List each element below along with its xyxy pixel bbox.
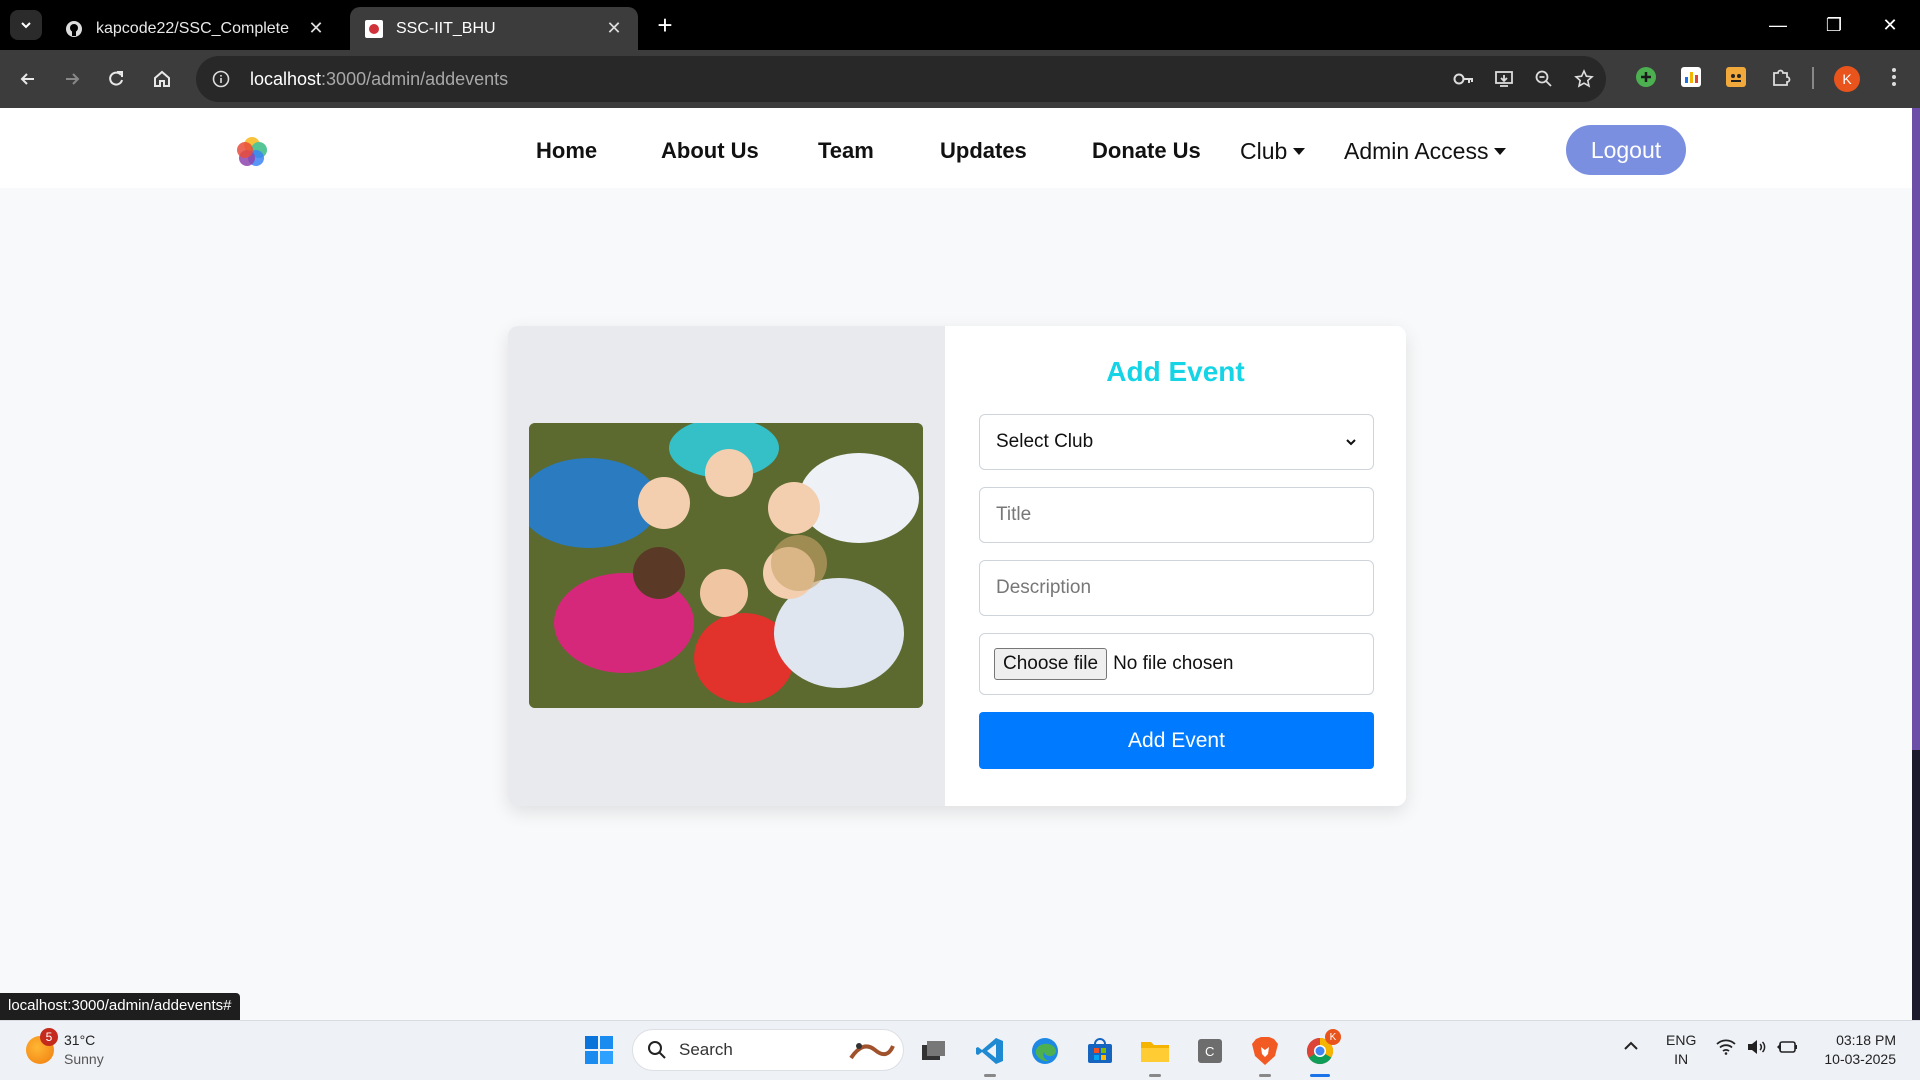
search-highlight-icon — [849, 1043, 895, 1060]
toolbar-separator — [1812, 67, 1814, 89]
edge-icon[interactable] — [1025, 1031, 1065, 1071]
restore-icon[interactable]: ❐ — [1806, 0, 1862, 50]
running-indicator — [1259, 1074, 1271, 1077]
chevron-down-icon — [1346, 439, 1356, 446]
battery-icon[interactable] — [1776, 1039, 1798, 1060]
tab-github[interactable]: kapcode22/SSC_Complete ✕ — [50, 7, 340, 50]
weather-temperature: 31°C — [64, 1032, 96, 1048]
new-tab-button[interactable]: + — [650, 10, 680, 40]
url-text: localhost:3000/admin/addevents — [250, 68, 509, 89]
show-hidden-icons-chevron-icon[interactable] — [1623, 1039, 1639, 1058]
running-indicator — [984, 1074, 996, 1077]
volume-icon[interactable] — [1746, 1039, 1766, 1060]
back-icon[interactable] — [12, 63, 44, 95]
club-select[interactable]: Select Club — [979, 414, 1374, 470]
file-input[interactable]: Choose file No file chosen — [979, 633, 1374, 695]
nav-admin-access-dropdown[interactable]: Admin Access — [1344, 138, 1507, 165]
github-icon — [64, 19, 84, 39]
add-event-button[interactable]: Add Event — [979, 712, 1374, 769]
running-indicator — [1310, 1074, 1330, 1077]
forward-icon[interactable] — [56, 63, 88, 95]
site-favicon-icon — [364, 19, 384, 39]
chrome-profile-badge: K — [1325, 1029, 1341, 1045]
chrome-icon[interactable]: K — [1300, 1029, 1341, 1077]
svg-text:C: C — [1205, 1044, 1214, 1059]
windows-start-icon[interactable] — [584, 1035, 614, 1065]
page-content: Home About Us Team Updates Donate Us Clu… — [0, 108, 1912, 1020]
extensions-puzzle-icon[interactable] — [1767, 63, 1795, 91]
language-label: ENG — [1666, 1032, 1697, 1048]
nav-team[interactable]: Team — [818, 138, 874, 164]
close-window-icon[interactable]: ✕ — [1862, 0, 1918, 50]
nav-updates[interactable]: Updates — [940, 138, 1027, 164]
nav-donate-us[interactable]: Donate Us — [1092, 138, 1201, 164]
club-select-value: Select Club — [996, 431, 1094, 452]
brave-browser-icon[interactable] — [1245, 1031, 1285, 1077]
windows-taskbar: 5 31°C Sunny Search C K ENG IN 03:18 PM … — [0, 1020, 1920, 1080]
tab-search-button[interactable] — [10, 10, 42, 40]
site-logo[interactable] — [234, 134, 270, 170]
nav-about-us[interactable]: About Us — [661, 138, 759, 164]
sun-icon: 5 — [26, 1028, 58, 1064]
taskbar-search[interactable]: Search — [632, 1029, 904, 1071]
tab-ssc[interactable]: SSC-IIT_BHU ✕ — [350, 7, 638, 50]
extension-green-icon[interactable] — [1632, 63, 1660, 91]
close-tab-icon[interactable]: ✕ — [306, 18, 326, 39]
nav-club-dropdown[interactable]: Club — [1240, 138, 1306, 165]
input-language[interactable]: ENG IN — [1666, 1031, 1696, 1069]
club-label: Club — [1240, 138, 1288, 164]
home-icon[interactable] — [146, 63, 178, 95]
close-tab-icon[interactable]: ✕ — [604, 18, 624, 39]
chevron-down-icon — [21, 22, 31, 29]
tab-title: SSC-IIT_BHU — [396, 19, 496, 37]
form-title: Add Event — [1106, 356, 1245, 387]
caret-down-icon — [1293, 148, 1306, 155]
minimize-icon[interactable]: — — [1750, 0, 1806, 50]
search-icon — [648, 1041, 666, 1059]
extension-chart-icon[interactable] — [1677, 63, 1705, 91]
add-event-card: Add Event Select Club Title Description … — [508, 326, 1406, 806]
children-photo — [529, 423, 923, 708]
reload-icon[interactable] — [100, 63, 132, 95]
scrollbar-thumb[interactable] — [1912, 750, 1920, 1020]
description-input[interactable]: Description — [979, 560, 1374, 616]
file-explorer-icon[interactable] — [1135, 1031, 1175, 1077]
nav-home[interactable]: Home — [536, 138, 597, 164]
file-status-text: No file chosen — [1113, 653, 1234, 674]
bookmark-star-icon[interactable] — [1568, 63, 1600, 95]
system-clock[interactable]: 03:18 PM 10-03-2025 — [1812, 1031, 1896, 1069]
vscode-icon[interactable] — [970, 1031, 1010, 1077]
logout-button[interactable]: Logout — [1566, 125, 1686, 175]
browser-tab-bar: kapcode22/SSC_Complete ✕ SSC-IIT_BHU ✕ +… — [0, 0, 1920, 50]
address-bar[interactable]: localhost:3000/admin/addevents — [196, 56, 1606, 102]
tab-title: kapcode22/SSC_Complete — [96, 19, 290, 37]
choose-file-button[interactable]: Choose file — [994, 648, 1108, 680]
password-key-icon[interactable] — [1448, 63, 1480, 95]
card-form-panel: Add Event Select Club Title Description … — [945, 326, 1406, 806]
card-image-panel — [508, 326, 945, 806]
profile-avatar[interactable]: K — [1834, 66, 1860, 92]
running-indicator — [1149, 1074, 1161, 1077]
extension-tiger-icon[interactable] — [1722, 63, 1750, 91]
admin-access-label: Admin Access — [1344, 138, 1489, 164]
clock-time: 03:18 PM — [1836, 1032, 1896, 1048]
notification-badge: 5 — [40, 1028, 58, 1046]
terminal-app-icon[interactable]: C — [1190, 1031, 1230, 1071]
task-view-icon[interactable] — [914, 1031, 954, 1071]
zoom-icon[interactable] — [1528, 63, 1560, 95]
link-status-bar: localhost:3000/admin/addevents# — [0, 993, 240, 1020]
weather-description: Sunny — [64, 1051, 104, 1067]
caret-down-icon — [1494, 148, 1507, 155]
site-navbar: Home About Us Team Updates Donate Us Clu… — [0, 108, 1912, 188]
search-label: Search — [679, 1040, 733, 1059]
weather-widget[interactable]: 5 31°C Sunny — [26, 1028, 104, 1069]
chrome-menu-icon[interactable] — [1880, 63, 1908, 91]
title-input[interactable]: Title — [979, 487, 1374, 543]
site-info-icon[interactable] — [206, 64, 236, 94]
region-label: IN — [1674, 1051, 1689, 1067]
clock-date: 10-03-2025 — [1824, 1051, 1896, 1067]
microsoft-store-icon[interactable] — [1080, 1031, 1120, 1071]
wifi-icon[interactable] — [1716, 1039, 1736, 1060]
install-app-icon[interactable] — [1488, 63, 1520, 95]
